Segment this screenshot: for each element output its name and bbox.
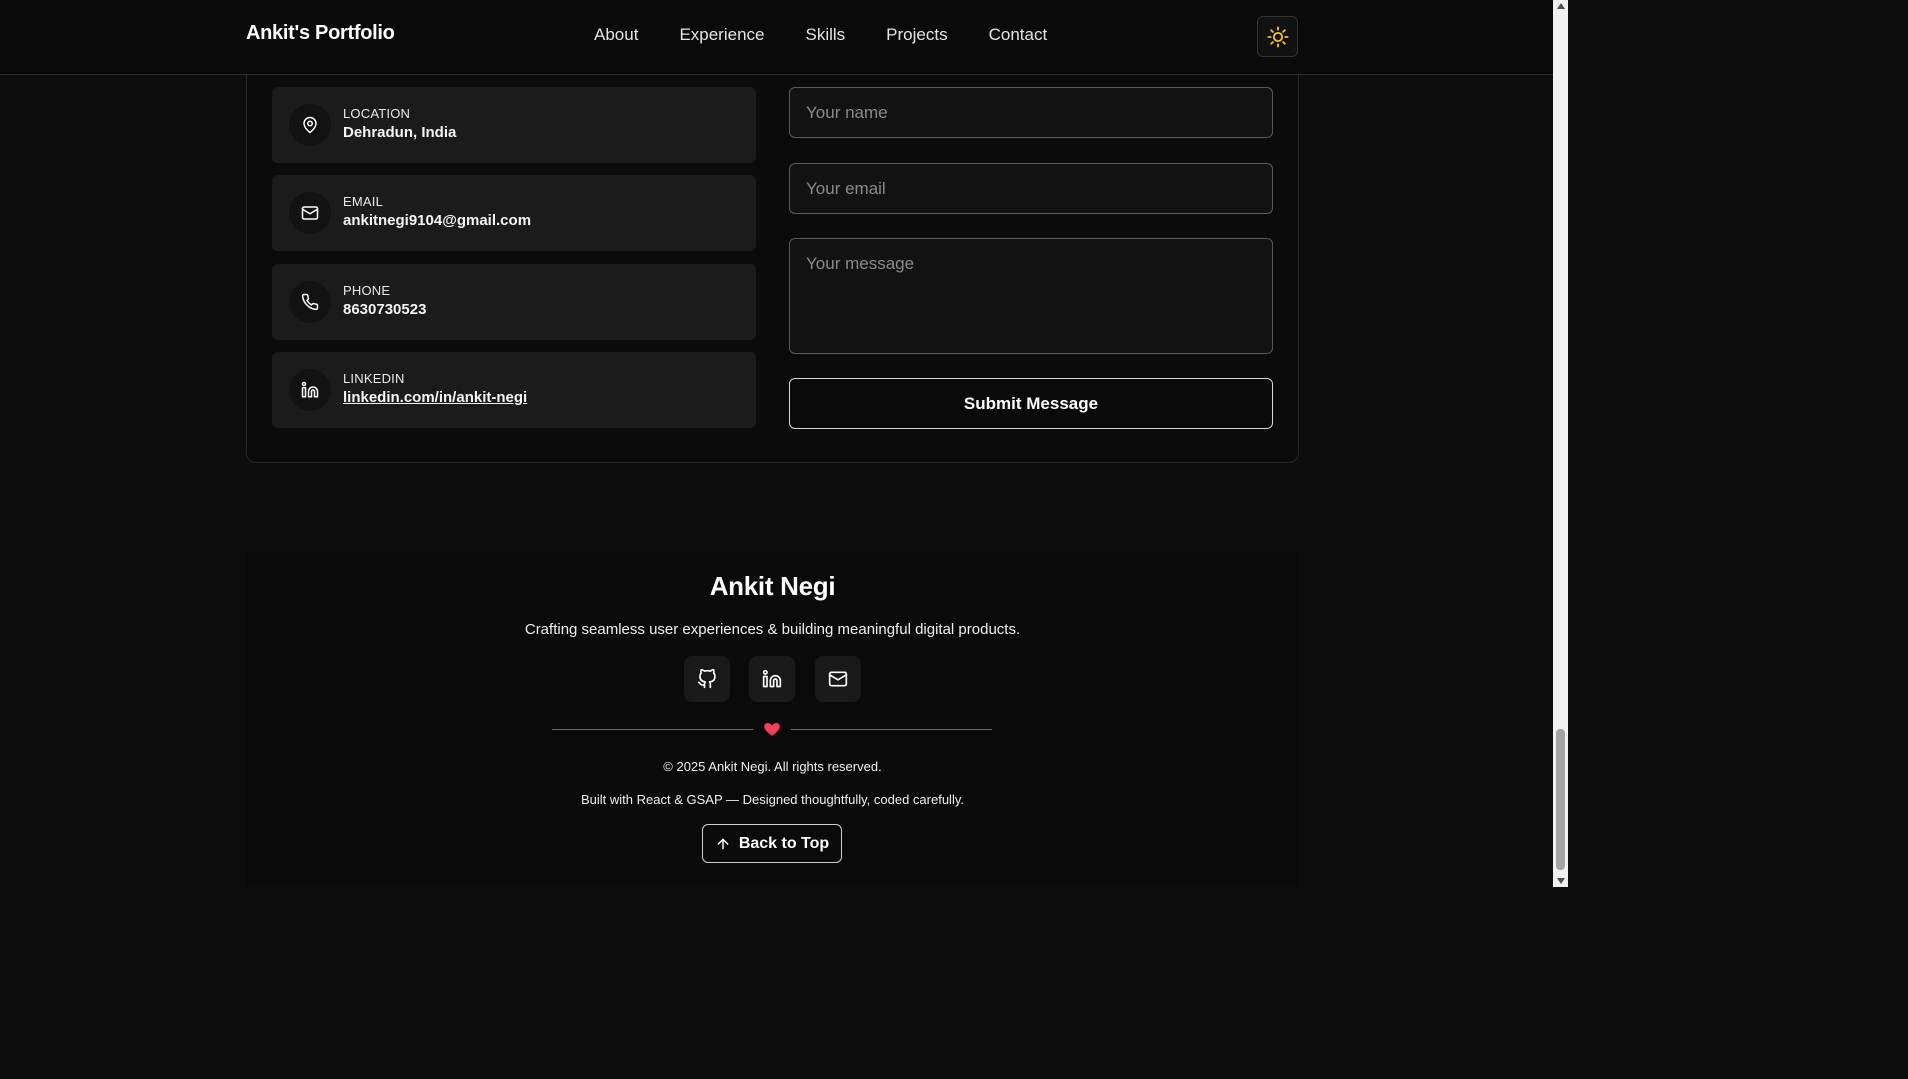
- phone-label: PHONE: [343, 283, 391, 298]
- phone-icon: [289, 281, 331, 323]
- theme-toggle-button[interactable]: [1257, 16, 1298, 57]
- vertical-scrollbar[interactable]: [1553, 0, 1568, 887]
- email-label: EMAIL: [343, 194, 384, 209]
- map-pin-icon: [289, 104, 331, 146]
- main-nav: About Experience Skills Projects Contact: [594, 25, 1088, 45]
- contact-location-item: LOCATION Dehradun, India: [272, 87, 756, 163]
- contact-email-item: EMAIL ankitnegi9104@gmail.com: [272, 175, 756, 251]
- nav-contact[interactable]: Contact: [989, 25, 1048, 45]
- message-textarea[interactable]: [789, 238, 1273, 354]
- top-navbar: Ankit's Portfolio About Experience Skill…: [0, 0, 1553, 75]
- scrollbar-thumb[interactable]: [1556, 729, 1565, 870]
- location-label: LOCATION: [343, 106, 411, 121]
- footer-tagline: Crafting seamless user experiences & bui…: [524, 621, 1021, 638]
- built-with-text: Built with React & GSAP — Designed thoug…: [581, 792, 964, 807]
- portfolio-page: LOCATION Dehradun, India EMAIL ankitnegi…: [0, 0, 1568, 887]
- copyright-text: © 2025 Ankit Negi. All rights reserved.: [663, 759, 882, 774]
- scroll-down-arrow-icon[interactable]: [1553, 875, 1568, 887]
- arrow-up-icon: [717, 838, 729, 849]
- footer-name: Ankit Negi: [709, 571, 836, 601]
- github-icon[interactable]: [684, 656, 730, 702]
- email-value: ankitnegi9104@gmail.com: [343, 212, 532, 229]
- phone-value: 8630730523: [343, 301, 427, 318]
- location-value: Dehradun, India: [343, 124, 457, 141]
- heart-icon: [764, 723, 780, 736]
- brand-logo[interactable]: Ankit's Portfolio: [246, 22, 395, 45]
- nav-experience[interactable]: Experience: [679, 25, 764, 45]
- submit-message-button[interactable]: Submit Message: [789, 378, 1273, 429]
- divider-left: [552, 729, 753, 730]
- nav-about[interactable]: About: [594, 25, 638, 45]
- mail-icon[interactable]: [815, 656, 861, 702]
- contact-phone-item: PHONE 8630730523: [272, 264, 756, 340]
- mail-icon: [289, 192, 331, 234]
- linkedin-label: LINKEDIN: [343, 371, 405, 386]
- email-input[interactable]: [789, 163, 1273, 214]
- linkedin-icon: [289, 369, 331, 411]
- back-to-top-button[interactable]: Back to Top: [702, 824, 842, 863]
- sun-icon: [1266, 25, 1289, 48]
- divider-right: [791, 729, 992, 730]
- name-input[interactable]: [789, 87, 1273, 138]
- nav-skills[interactable]: Skills: [806, 25, 846, 45]
- nav-projects[interactable]: Projects: [886, 25, 947, 45]
- footer: Ankit Negi Crafting seamless user experi…: [246, 552, 1299, 887]
- scroll-up-arrow-icon[interactable]: [1553, 0, 1568, 12]
- linkedin-icon[interactable]: [749, 656, 795, 702]
- back-to-top-label: Back to Top: [738, 834, 830, 852]
- linkedin-link[interactable]: linkedin.com/in/ankit-negi: [343, 389, 527, 406]
- contact-linkedin-item: LINKEDIN linkedin.com/in/ankit-negi: [272, 352, 756, 428]
